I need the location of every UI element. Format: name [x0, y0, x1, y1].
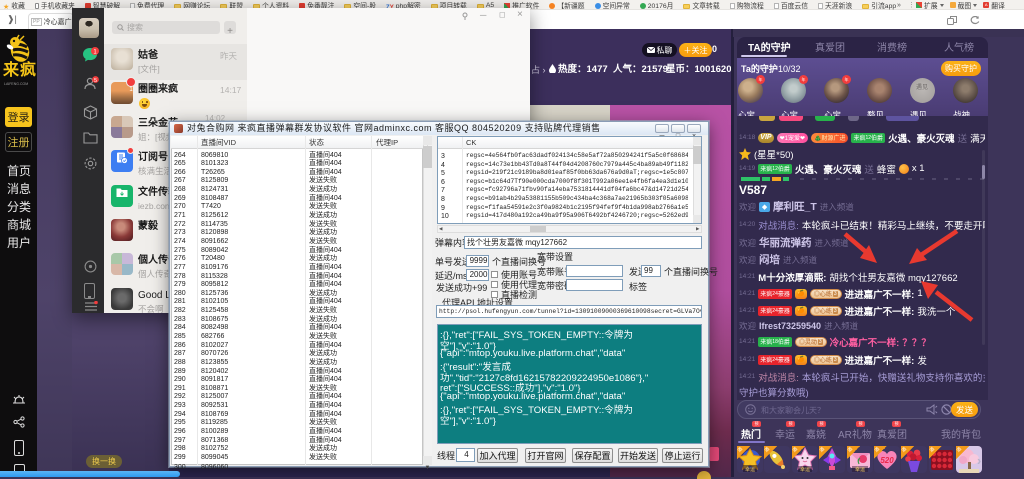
svg-text:幸运: 幸运 — [855, 466, 865, 473]
svg-text:5: 5 — [94, 78, 97, 84]
svg-text:幸运: 幸运 — [745, 466, 755, 473]
svg-text:幸运: 幸运 — [800, 466, 810, 473]
